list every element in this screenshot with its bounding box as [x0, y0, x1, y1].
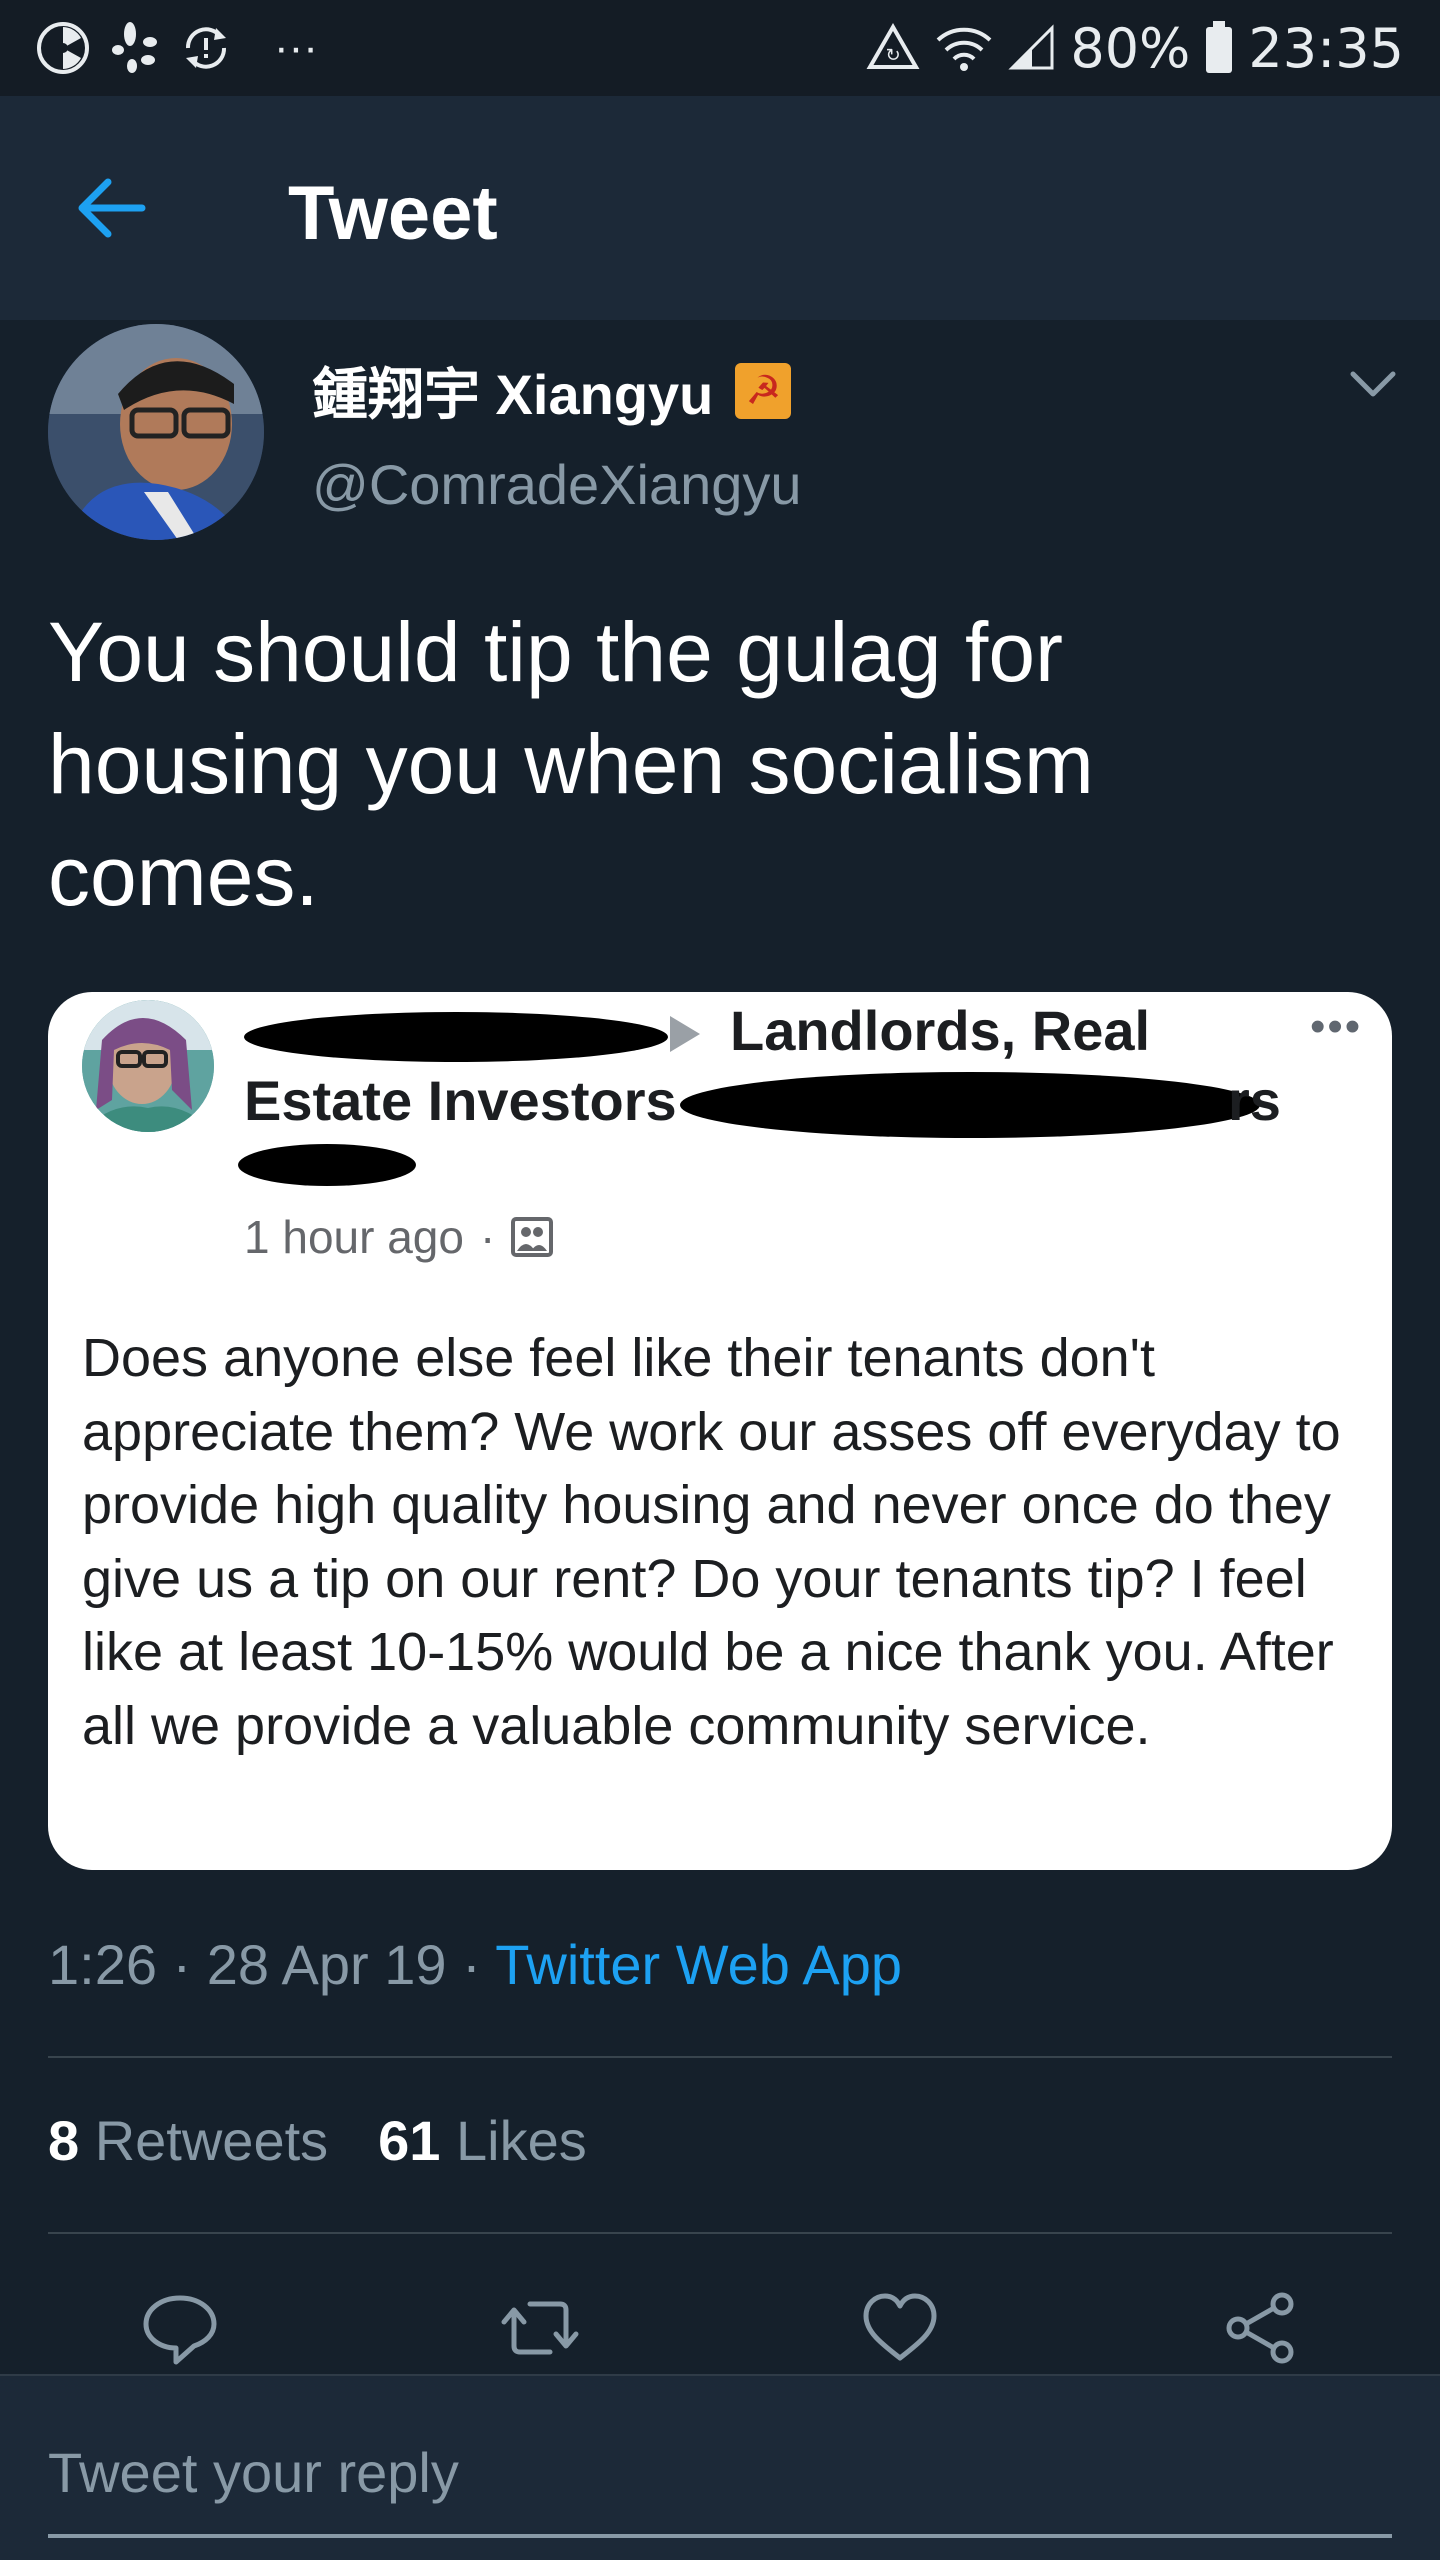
retweets-label: Retweets — [94, 2109, 329, 2172]
embedded-avatar — [82, 1000, 214, 1132]
recycle-icon: ↻ — [866, 23, 920, 73]
more-notifications-icon: ··· — [274, 23, 318, 72]
post-time-text: 1 hour ago — [244, 1211, 464, 1263]
like-button[interactable] — [860, 2288, 940, 2368]
embedded-profile-photo-icon — [82, 1000, 214, 1132]
signal-icon — [1008, 24, 1056, 72]
share-button[interactable] — [1220, 2288, 1300, 2368]
post-timestamp: 1 hour ago · — [244, 1210, 554, 1264]
svg-text:↻: ↻ — [886, 45, 901, 66]
retweet-icon — [501, 2301, 579, 2355]
chevron-down-icon — [1350, 371, 1396, 397]
reply-button[interactable] — [140, 2288, 220, 2368]
share-icon — [1226, 2292, 1294, 2364]
more-options-icon: ••• — [1310, 1002, 1363, 1051]
tweet-text: You should tip the gulag for housing you… — [48, 605, 1094, 923]
divider — [48, 2056, 1392, 2058]
divider — [48, 2232, 1392, 2234]
tweet-meta: 1:26 · 28 Apr 19 · Twitter Web App — [48, 1932, 902, 1997]
sync-alert-icon — [180, 22, 232, 74]
app-header: Tweet — [0, 96, 1440, 320]
audience-icon — [511, 1217, 554, 1257]
avatar[interactable] — [48, 324, 264, 540]
comment-icon — [143, 2295, 217, 2365]
battery-percent: 80% — [1070, 16, 1191, 80]
radiation-app-icon — [36, 21, 90, 75]
attached-image[interactable]: Landlords, Real ••• Estate Investors rs … — [48, 992, 1392, 1870]
heart-icon — [863, 2293, 937, 2361]
likes-count: 61 — [378, 2109, 441, 2172]
status-bar: ··· ↻ 80% 23:35 — [0, 0, 1440, 96]
likes-stat[interactable]: 61 Likes — [378, 2108, 587, 2173]
hammer-sickle-flag-icon: ☭ — [735, 362, 792, 419]
tweet-time: 1:26 — [48, 1933, 157, 1996]
wifi-icon — [934, 24, 994, 72]
reply-input-underline — [48, 2534, 1392, 2538]
tweet-detail-screen: ··· ↻ 80% 23:35 Tweet 鍾翔宇 Xiangyu ☭ @Com… — [0, 0, 1440, 2560]
back-button[interactable] — [72, 172, 152, 244]
share-arrow-icon — [670, 1016, 700, 1052]
battery-icon — [1204, 21, 1234, 75]
status-left-icons: ··· — [36, 21, 318, 75]
retweets-stat[interactable]: 8 Retweets — [48, 2108, 328, 2173]
status-right-icons: ↻ 80% 23:35 — [866, 17, 1404, 80]
tweet-source-link[interactable]: Twitter Web App — [495, 1933, 902, 1996]
tweet-date: 28 Apr 19 — [206, 1933, 447, 1996]
reply-input[interactable]: Tweet your reply — [48, 2440, 459, 2505]
page-title: Tweet — [288, 171, 498, 256]
likes-label: Likes — [456, 2109, 587, 2172]
retweet-button[interactable] — [500, 2288, 580, 2368]
engagement-stats: 8 Retweets 61 Likes — [48, 2108, 587, 2173]
redaction-mark — [238, 1144, 416, 1186]
redaction-mark — [244, 1012, 668, 1062]
tweet-options-button[interactable] — [1345, 362, 1401, 406]
retweets-count: 8 — [48, 2109, 80, 2172]
group-name-line2: Estate Investors — [244, 1069, 677, 1132]
embedded-post-body: Does anyone else feel like their tenants… — [82, 1328, 1341, 1756]
arrow-left-icon — [78, 178, 146, 238]
reply-composer: Tweet your reply — [0, 2374, 1440, 2560]
display-name-text: 鍾翔宇 Xiangyu — [312, 363, 714, 426]
redaction-mark — [680, 1072, 1260, 1138]
yelp-icon — [112, 22, 158, 74]
separator-dot: · — [479, 1211, 496, 1263]
group-name-tail: rs — [1228, 1069, 1281, 1132]
display-name[interactable]: 鍾翔宇 Xiangyu ☭ — [312, 350, 792, 431]
group-name-line1: Landlords, Real — [730, 999, 1151, 1062]
meta-separator: · — [446, 1933, 496, 1996]
clock: 23:35 — [1248, 16, 1404, 80]
profile-photo-icon — [48, 324, 264, 540]
meta-separator: · — [157, 1933, 207, 1996]
user-handle[interactable]: @ComradeXiangyu — [312, 452, 802, 517]
